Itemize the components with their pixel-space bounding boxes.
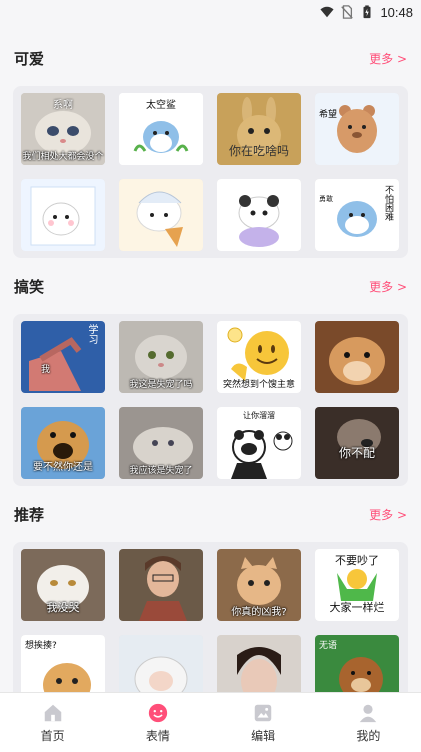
sticker-tile[interactable]: 无语 bbox=[315, 635, 399, 692]
wifi-icon bbox=[320, 6, 335, 18]
sticker-grid: 我没哭 你真的凶我? 不要吵了 大家一样烂 想挨揍? 无语 bbox=[13, 542, 408, 692]
nav-item-emoji[interactable]: 表情 bbox=[118, 702, 198, 744]
sticker-tile[interactable]: 太空鲨 bbox=[119, 93, 203, 165]
more-link[interactable]: 更多 > bbox=[369, 50, 407, 67]
no-sim-icon bbox=[341, 5, 354, 19]
sticker-caption: 你在吃啥吗 bbox=[228, 144, 289, 158]
sticker-top-text: 让你溜溜 bbox=[243, 411, 275, 420]
sticker-caption: 我们相处大都会没个 bbox=[22, 152, 104, 162]
nav-label: 首页 bbox=[40, 728, 65, 743]
sticker-tile[interactable]: 我这是失宠了吗 bbox=[119, 321, 203, 393]
nav-label: 编辑 bbox=[251, 728, 276, 743]
section-header: 推荐 更多 > bbox=[0, 486, 421, 542]
sticker-caption: 我应该是失宠了 bbox=[129, 466, 193, 476]
bunny-cone-meme-icon bbox=[119, 179, 203, 251]
battery-icon bbox=[363, 5, 371, 19]
sticker-tile[interactable] bbox=[119, 635, 203, 692]
more-link[interactable]: 更多 > bbox=[369, 278, 407, 295]
sticker-top-text: 系啊 bbox=[53, 100, 73, 111]
nav-item-edit[interactable]: 编辑 bbox=[223, 702, 303, 744]
profile-icon bbox=[360, 704, 377, 722]
nav-item-profile[interactable]: 我的 bbox=[328, 702, 408, 744]
sticker-caption: 我没哭 bbox=[46, 601, 80, 614]
sticker-tile[interactable] bbox=[119, 549, 203, 621]
bear-meme-icon bbox=[315, 93, 399, 165]
nav-item-home[interactable]: 首页 bbox=[13, 702, 93, 744]
section-cute: 可爱 更多 > 系啊 我们相处大都会没个 太空鲨 你在吃啥吗 希望 勇敢 不怕困… bbox=[0, 30, 421, 258]
sticker-top-text: 不要吵了 bbox=[335, 554, 379, 567]
section-title: 可爱 bbox=[14, 49, 45, 68]
sticker-caption: 我这是失宠了吗 bbox=[129, 380, 193, 390]
section-header: 搞笑 更多 > bbox=[0, 258, 421, 314]
section-title: 推荐 bbox=[14, 505, 45, 524]
sticker-tile[interactable] bbox=[217, 635, 301, 692]
sticker-caption: 大家一样烂 bbox=[329, 601, 385, 614]
nav-label: 表情 bbox=[145, 728, 170, 743]
emoji-icon bbox=[148, 703, 168, 722]
old-lady-meme-icon bbox=[119, 549, 203, 621]
sticker-tile[interactable]: 要不然你还是 bbox=[21, 407, 105, 479]
sticker-tile[interactable]: 想挨揍? bbox=[21, 635, 105, 692]
girl-meme-icon bbox=[217, 635, 301, 692]
sticker-tile[interactable]: 你真的凶我? bbox=[217, 549, 301, 621]
sticker-tile[interactable] bbox=[315, 321, 399, 393]
status-bar: 10:48 bbox=[0, 0, 421, 24]
svg-text:勇敢: 勇敢 bbox=[319, 194, 333, 203]
main-content[interactable]: 可爱 更多 > 系啊 我们相处大都会没个 太空鲨 你在吃啥吗 希望 勇敢 不怕困… bbox=[0, 30, 421, 692]
sticker-tile[interactable]: 我没哭 bbox=[21, 549, 105, 621]
sticker-caption: 你真的凶我? bbox=[231, 607, 287, 618]
sticker-top-text: 不怕困难 bbox=[383, 185, 393, 221]
edit-icon bbox=[254, 704, 272, 721]
sticker-top-text: 想挨揍? bbox=[25, 641, 57, 651]
section-recommend: 推荐 更多 > 我没哭 你真的凶我? 不要吵了 大家一样烂 想挨揍? 无语 bbox=[0, 486, 421, 692]
sticker-caption: 我 bbox=[41, 365, 51, 375]
more-link[interactable]: 更多 > bbox=[369, 506, 407, 523]
sticker-top-text: 学习 bbox=[86, 324, 97, 344]
sticker-tile[interactable]: 希望 bbox=[315, 93, 399, 165]
sticker-top-text: 太空鲨 bbox=[146, 100, 176, 111]
sticker-tile[interactable]: 突然想到个馊主意 bbox=[217, 321, 301, 393]
sticker-top-text: 无语 bbox=[319, 641, 338, 651]
sticker-top-text: 希望 bbox=[319, 110, 338, 120]
sticker-tile[interactable] bbox=[217, 179, 301, 251]
hamster-meme-icon bbox=[315, 321, 399, 393]
sticker-caption: 要不然你还是 bbox=[33, 462, 93, 473]
sticker-tile[interactable]: 你不配 bbox=[315, 407, 399, 479]
sticker-grid: 学习 我 我这是失宠了吗 突然想到个馊主意 要不然你还是 我应该是失宠了 让你溜… bbox=[13, 314, 408, 486]
panda-meme-icon bbox=[217, 179, 301, 251]
sticker-tile[interactable] bbox=[119, 179, 203, 251]
white-cat-meme-icon bbox=[21, 179, 105, 251]
sticker-caption: 你不配 bbox=[338, 446, 375, 460]
status-time: 10:48 bbox=[380, 4, 413, 20]
section-title: 搞笑 bbox=[14, 277, 45, 296]
home-icon bbox=[44, 704, 61, 721]
bottom-nav: 首页 表情 编辑 我的 bbox=[0, 692, 421, 752]
dog-dark-meme-icon bbox=[315, 407, 399, 479]
sticker-caption: 突然想到个馊主意 bbox=[222, 380, 295, 390]
sticker-tile[interactable]: 学习 我 bbox=[21, 321, 105, 393]
sticker-tile[interactable]: 不要吵了 大家一样烂 bbox=[315, 549, 399, 621]
sticker-tile[interactable]: 你在吃啥吗 bbox=[217, 93, 301, 165]
section-header: 可爱 更多 > bbox=[0, 30, 421, 86]
sticker-tile[interactable]: 勇敢 不怕困难 bbox=[315, 179, 399, 251]
sticker-tile[interactable]: 系啊 我们相处大都会没个 bbox=[21, 93, 105, 165]
sticker-tile[interactable]: 我应该是失宠了 bbox=[119, 407, 203, 479]
sticker-tile[interactable]: 让你溜溜 bbox=[217, 407, 301, 479]
sheep-meme-icon bbox=[119, 635, 203, 692]
section-funny: 搞笑 更多 > 学习 我 我这是失宠了吗 突然想到个馊主意 要不然你还是 我应该… bbox=[0, 258, 421, 486]
nav-label: 我的 bbox=[356, 728, 381, 743]
sticker-grid: 系啊 我们相处大都会没个 太空鲨 你在吃啥吗 希望 勇敢 不怕困难 bbox=[13, 86, 408, 258]
sticker-tile[interactable] bbox=[21, 179, 105, 251]
